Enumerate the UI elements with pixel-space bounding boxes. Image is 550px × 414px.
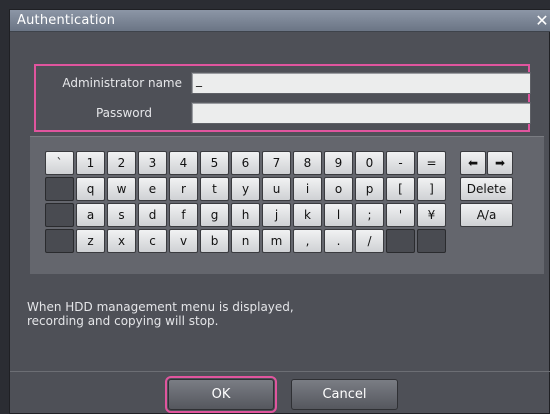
administrator-name-label: Administrator name — [62, 76, 182, 90]
key-backtick[interactable]: ` — [45, 151, 74, 175]
key-blank — [45, 203, 74, 227]
cancel-button[interactable]: Cancel — [291, 379, 398, 410]
key-comma[interactable]: , — [293, 229, 322, 253]
key-semicolon[interactable]: ; — [355, 203, 384, 227]
key-apostrophe[interactable]: ' — [386, 203, 415, 227]
key-minus[interactable]: - — [386, 151, 415, 175]
arrow-right-icon: ➡ — [494, 156, 506, 170]
credentials-panel: Administrator name _ Password — [34, 64, 531, 132]
key-0[interactable]: 0 — [355, 151, 384, 175]
key-j[interactable]: j — [262, 203, 291, 227]
on-screen-keyboard: ` 1 2 3 4 5 6 7 8 9 0 - = q w e r t y u … — [30, 136, 544, 274]
key-f[interactable]: f — [169, 203, 198, 227]
message-line-1: When HDD management menu is displayed, — [27, 300, 294, 314]
key-6[interactable]: 6 — [231, 151, 260, 175]
key-u[interactable]: u — [262, 177, 291, 201]
arrow-left-icon: ⬅ — [467, 156, 479, 170]
key-5[interactable]: 5 — [200, 151, 229, 175]
key-i[interactable]: i — [293, 177, 322, 201]
key-h[interactable]: h — [231, 203, 260, 227]
case-toggle-key[interactable]: A/a — [460, 203, 513, 227]
key-blank — [45, 177, 74, 201]
key-3[interactable]: 3 — [138, 151, 167, 175]
key-r[interactable]: r — [169, 177, 198, 201]
key-g[interactable]: g — [200, 203, 229, 227]
key-c[interactable]: c — [138, 229, 167, 253]
key-o[interactable]: o — [324, 177, 353, 201]
key-p[interactable]: p — [355, 177, 384, 201]
key-blank — [386, 229, 415, 253]
key-s[interactable]: s — [107, 203, 136, 227]
ok-button[interactable]: OK — [165, 376, 277, 413]
key-2[interactable]: 2 — [107, 151, 136, 175]
key-z[interactable]: z — [76, 229, 105, 253]
key-x[interactable]: x — [107, 229, 136, 253]
key-d[interactable]: d — [138, 203, 167, 227]
cursor-left-key[interactable]: ⬅ — [460, 151, 486, 175]
cursor-right-key[interactable]: ➡ — [487, 151, 513, 175]
key-b[interactable]: b — [200, 229, 229, 253]
key-a[interactable]: a — [76, 203, 105, 227]
key-e[interactable]: e — [138, 177, 167, 201]
key-right-bracket[interactable]: ] — [417, 177, 446, 201]
footer-divider — [10, 371, 550, 372]
close-icon[interactable]: ✕ — [533, 11, 550, 31]
key-left-bracket[interactable]: [ — [386, 177, 415, 201]
key-v[interactable]: v — [169, 229, 198, 253]
key-k[interactable]: k — [293, 203, 322, 227]
dialog-title: Authentication — [17, 13, 116, 28]
key-equals[interactable]: = — [417, 151, 446, 175]
key-l[interactable]: l — [324, 203, 353, 227]
message-line-2: recording and copying will stop. — [27, 314, 219, 328]
key-q[interactable]: q — [76, 177, 105, 201]
key-w[interactable]: w — [107, 177, 136, 201]
title-bar: Authentication ✕ — [10, 10, 550, 32]
key-1[interactable]: 1 — [76, 151, 105, 175]
key-blank — [45, 229, 74, 253]
key-t[interactable]: t — [200, 177, 229, 201]
key-blank — [417, 229, 446, 253]
key-4[interactable]: 4 — [169, 151, 198, 175]
warning-message: When HDD management menu is displayed, r… — [27, 300, 467, 328]
password-label: Password — [95, 106, 152, 120]
administrator-name-field[interactable]: _ — [191, 72, 531, 94]
key-period[interactable]: . — [324, 229, 353, 253]
key-7[interactable]: 7 — [262, 151, 291, 175]
delete-key[interactable]: Delete — [460, 177, 513, 201]
key-slash[interactable]: / — [355, 229, 384, 253]
key-9[interactable]: 9 — [324, 151, 353, 175]
password-field[interactable] — [191, 102, 531, 124]
key-n[interactable]: n — [231, 229, 260, 253]
key-y[interactable]: y — [231, 177, 260, 201]
key-yen[interactable]: ¥ — [417, 203, 446, 227]
key-m[interactable]: m — [262, 229, 291, 253]
authentication-dialog: Authentication ✕ Administrator name _ Pa… — [9, 9, 550, 414]
key-8[interactable]: 8 — [293, 151, 322, 175]
